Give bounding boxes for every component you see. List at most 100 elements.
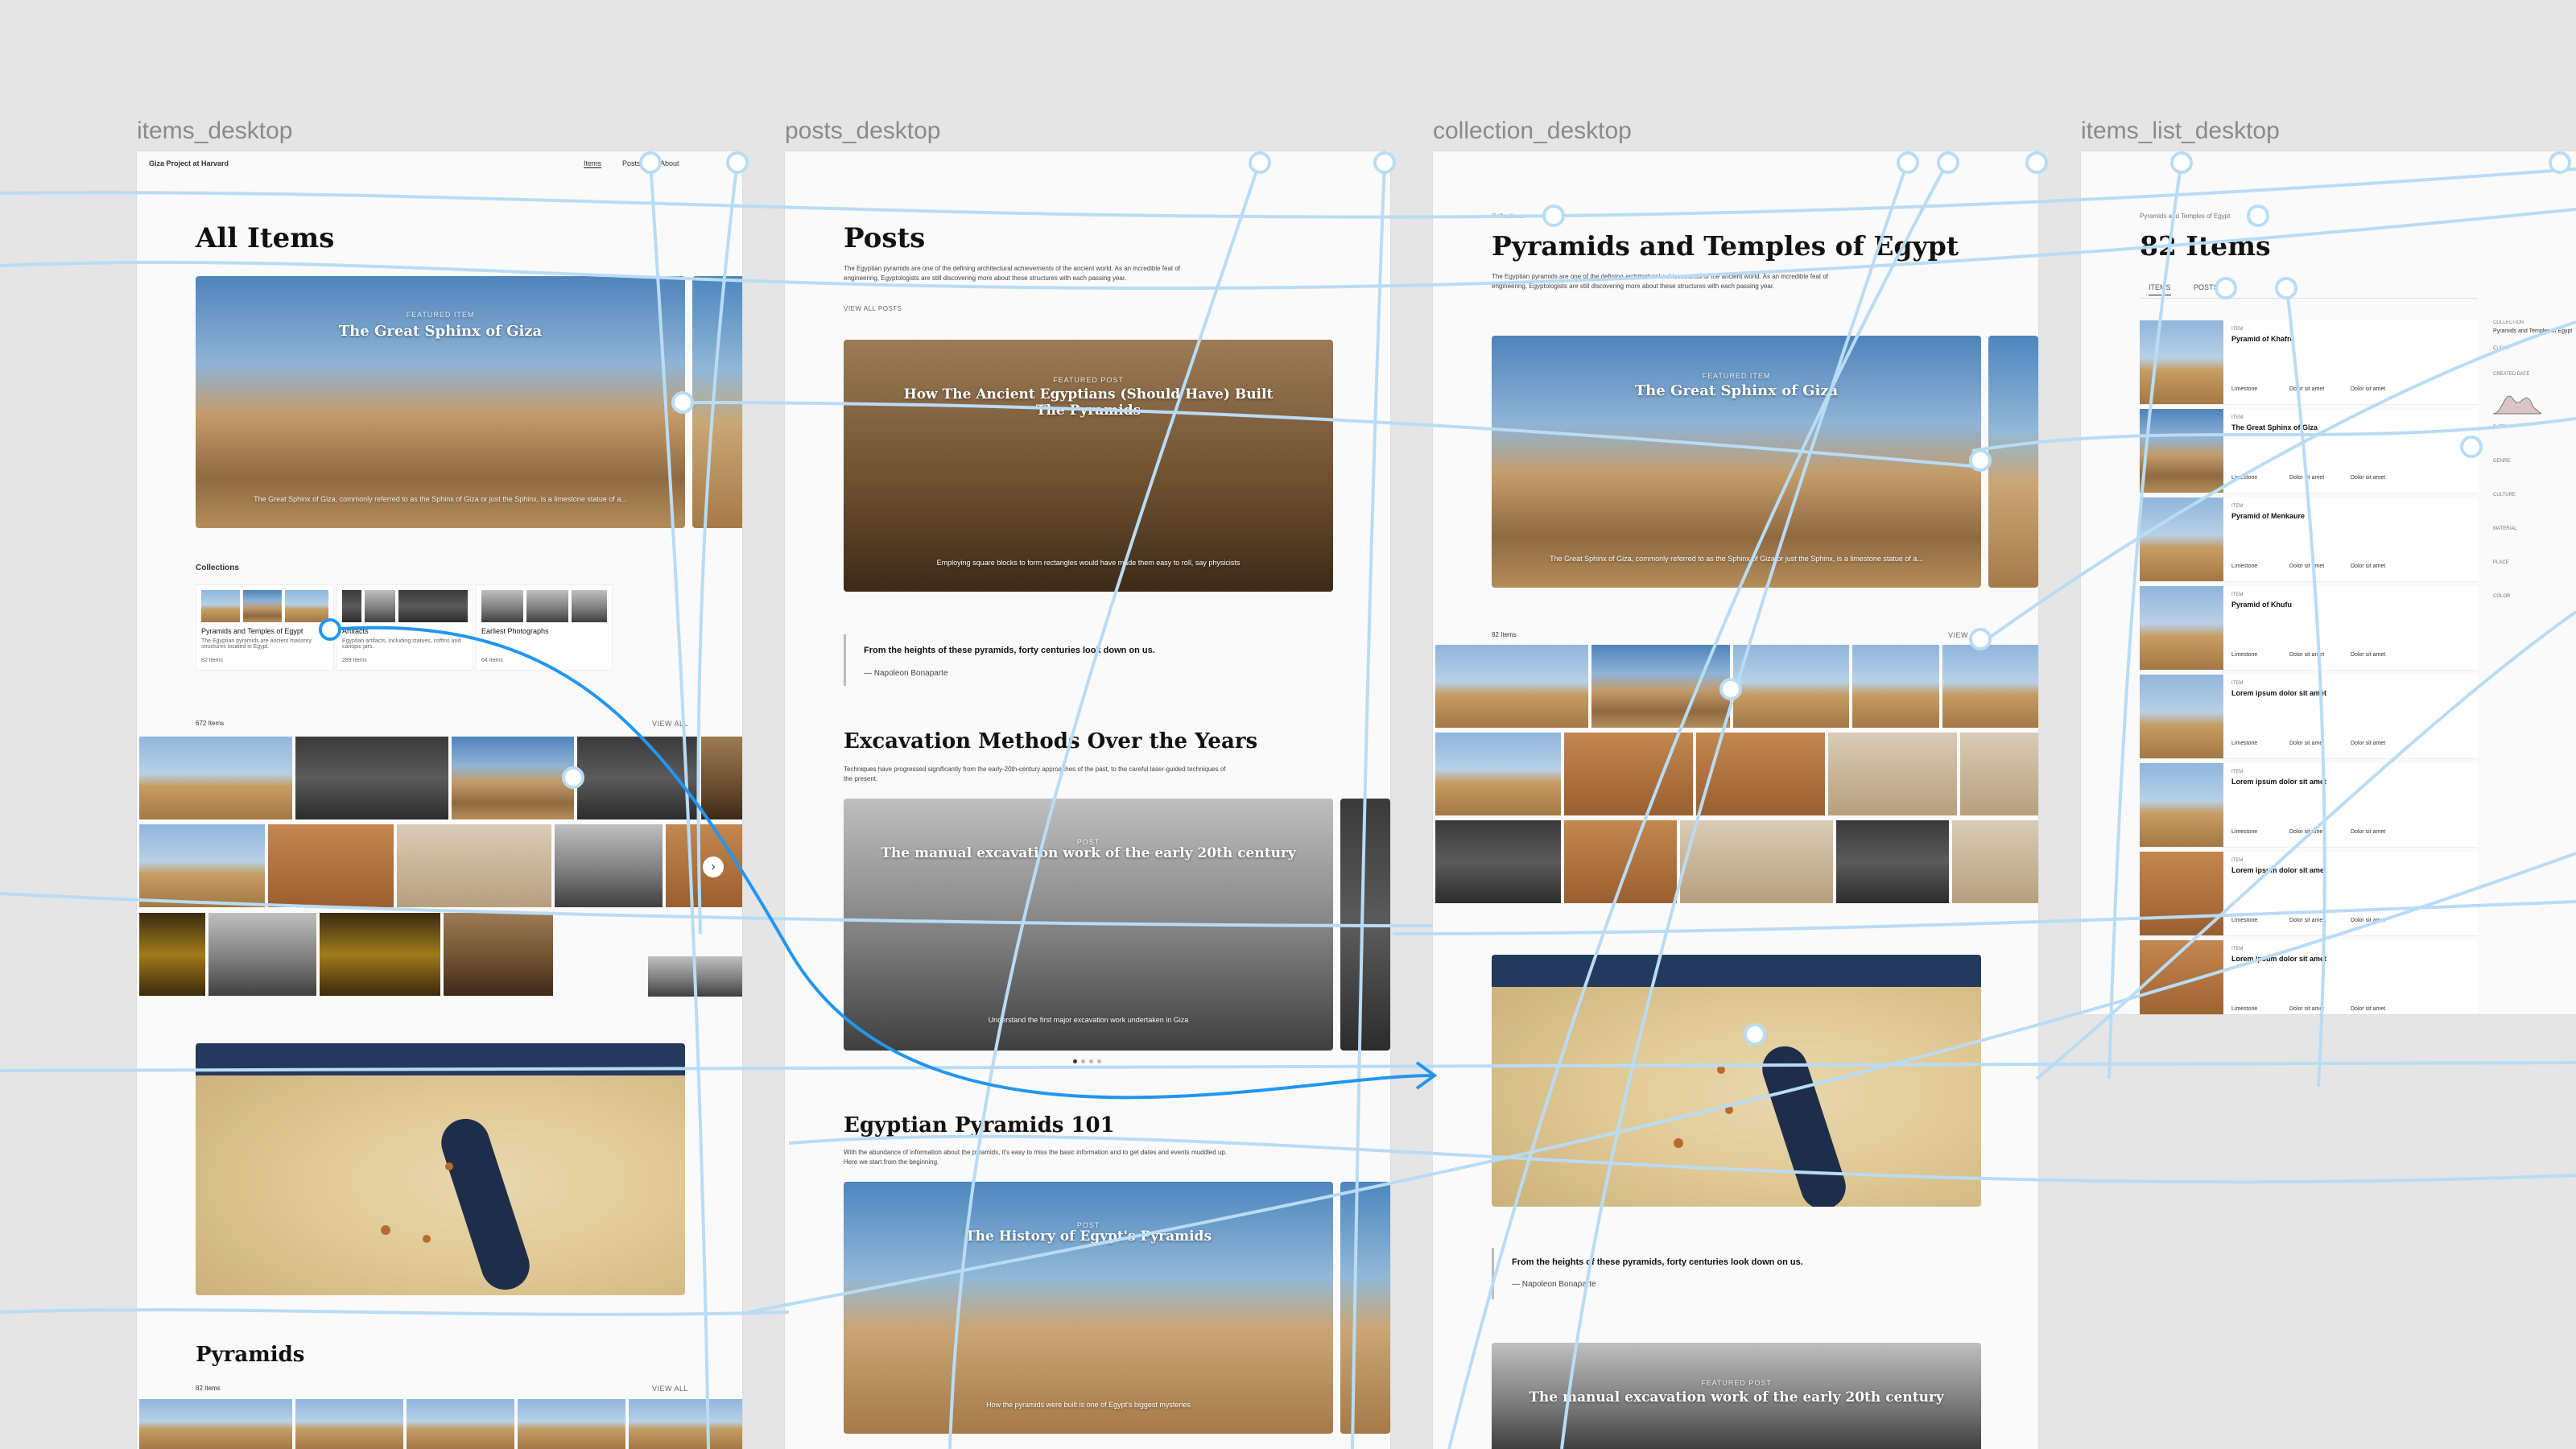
list-item[interactable]: ITEM Pyramid of Khafre Limestone Dolor sit …	[2140, 320, 2478, 405]
list-item[interactable]: ITEM Lorem ipsum dolor sit amet Limestone D…	[2140, 675, 2478, 759]
frame-posts-desktop[interactable]: Posts The Egyptian pyramids are one of t…	[785, 151, 1390, 1449]
list-item-kicker: ITEM	[2231, 770, 2244, 774]
filter-facet[interactable]: MATERIAL	[2493, 526, 2517, 531]
grid-item[interactable]	[208, 913, 316, 996]
grid-item[interactable]	[320, 913, 440, 996]
grid-item[interactable]	[577, 737, 698, 819]
list-item-kicker: ITEM	[2231, 592, 2244, 597]
list-item[interactable]: ITEM Pyramid of Khufu Limestone Dolor sit a…	[2140, 586, 2478, 671]
list-item[interactable]: ITEM Lorem ipsum dolor sit amet Limestone D…	[2140, 940, 2478, 1014]
collection-card-photos[interactable]: Earliest Photographs 64 Items	[476, 584, 613, 671]
grid-item[interactable]	[648, 956, 742, 997]
grid-item[interactable]	[407, 1399, 514, 1449]
hero-card[interactable]: FEATURED ITEM The Great Sphinx of Giza T…	[1492, 336, 1981, 588]
carousel-dots[interactable]	[1073, 1059, 1102, 1064]
grid-item[interactable]	[139, 1399, 292, 1449]
grid-item[interactable]	[139, 913, 205, 996]
section-desc: Techniques have progressed significantly…	[844, 766, 1226, 782]
date-histogram[interactable]	[2493, 383, 2541, 415]
grid-item[interactable]	[1696, 733, 1825, 815]
grid-item[interactable]	[1952, 820, 2038, 903]
collection-card-artifacts[interactable]: Artifacts Egyptian artifacts, including …	[336, 584, 473, 671]
post-card-history[interactable]: POST The History of Egypt's Pyramids How…	[844, 1182, 1333, 1434]
map-marker[interactable]	[445, 1162, 453, 1170]
hero-card-next[interactable]	[1988, 336, 2038, 588]
map-marker[interactable]	[423, 1235, 431, 1243]
nav-items[interactable]: Items	[584, 159, 602, 168]
filter-facet[interactable]: GENRE	[2493, 459, 2510, 464]
grid-item[interactable]	[139, 824, 265, 907]
map-view[interactable]	[1492, 955, 1981, 1207]
grid-item[interactable]	[139, 737, 292, 819]
grid-item[interactable]	[701, 737, 742, 819]
filter-facet[interactable]: DATE	[2493, 425, 2506, 430]
grid-item[interactable]	[1942, 645, 2038, 728]
collection-card-pyramids[interactable]: Pyramids and Temples of Egypt The Egypti…	[196, 584, 334, 671]
grid-item[interactable]	[629, 1399, 742, 1449]
list-item-kicker: ITEM	[2231, 327, 2244, 332]
tab-items[interactable]: ITEMS	[2149, 283, 2171, 295]
list-item[interactable]: ITEM Lorem ipsum dolor sit amet Limestone D…	[2140, 763, 2478, 848]
grid-item[interactable]	[1435, 645, 1588, 728]
section-view-all-link[interactable]: VIEW ALL	[652, 1385, 688, 1393]
grid-item[interactable]	[518, 1399, 625, 1449]
section-title-pyramids: Pyramids	[196, 1343, 305, 1367]
breadcrumb[interactable]: Pyramids and Temples of Egypt	[2140, 213, 2230, 220]
tab-posts[interactable]: POSTS	[2194, 283, 2219, 291]
list-item-thumb	[2140, 940, 2223, 1014]
grid-item[interactable]	[295, 737, 448, 819]
hero-card-next[interactable]	[692, 276, 742, 528]
grid-item[interactable]	[452, 737, 574, 819]
map-view[interactable]	[196, 1043, 685, 1295]
grid-item[interactable]	[1852, 645, 1939, 728]
view-all-link[interactable]: VIEW	[1948, 631, 1968, 639]
grid-item[interactable]	[1836, 820, 1949, 903]
view-all-link[interactable]: VIEW ALL	[652, 720, 688, 728]
map-marker[interactable]	[381, 1225, 390, 1235]
view-all-posts-link[interactable]: VIEW ALL POSTS	[844, 305, 902, 312]
frame-items-list-desktop[interactable]: Pyramids and Temples of Egypt 82 Items I…	[2081, 151, 2576, 1014]
section-desc: With the abundance of information about …	[844, 1149, 1228, 1166]
filter-facet[interactable]: PLACE	[2493, 560, 2509, 565]
post-card-excavation[interactable]: POST The manual excavation work of the e…	[844, 799, 1333, 1051]
frame-items-desktop[interactable]: Giza Project at Harvard Items Posts Abou…	[137, 151, 742, 1449]
grid-item[interactable]	[1591, 645, 1730, 728]
post-card-next[interactable]	[1340, 1182, 1390, 1434]
grid-item[interactable]	[268, 824, 394, 907]
list-item-kicker: ITEM	[2231, 947, 2244, 952]
grid-item[interactable]	[295, 1399, 403, 1449]
grid-item[interactable]	[1564, 820, 1677, 903]
grid-item[interactable]	[397, 824, 551, 907]
breadcrumb[interactable]: Collections	[1492, 213, 1523, 220]
sea-shape	[1492, 955, 1981, 987]
frame-collection-desktop[interactable]: Collections Pyramids and Temples of Egyp…	[1433, 151, 2038, 1449]
grid-item[interactable]	[1828, 733, 1957, 815]
list-item[interactable]: ITEM The Great Sphinx of Giza Limestone Dol…	[2140, 409, 2478, 493]
nav-posts[interactable]: Posts	[622, 159, 641, 167]
filter-facet[interactable]: CULTURE	[2493, 493, 2516, 497]
featured-post-card[interactable]: FEATURED POST The manual excavation work…	[1492, 1343, 1981, 1449]
featured-post-card[interactable]: FEATURED POST How The Ancient Egyptians …	[844, 340, 1333, 592]
filter-facet[interactable]: COLOR	[2493, 594, 2510, 599]
brand-name[interactable]: Giza Project at Harvard	[149, 159, 229, 167]
grid-item[interactable]	[1435, 820, 1561, 903]
grid-item[interactable]	[555, 824, 663, 907]
map-marker[interactable]	[1717, 1066, 1725, 1074]
grid-item[interactable]	[444, 913, 553, 996]
list-item[interactable]: ITEM Pyramid of Menkaure Limestone Dolor si…	[2140, 497, 2478, 582]
carousel-next-button[interactable]: ›	[703, 857, 724, 877]
nav-about[interactable]: About	[660, 159, 679, 167]
grid-item[interactable]	[1564, 733, 1693, 815]
grid-item[interactable]	[1733, 645, 1849, 728]
filter-collection-value[interactable]: Pyramids and Temples of Egypt	[2493, 328, 2576, 334]
hero-card[interactable]: FEATURED ITEM The Great Sphinx of Giza T…	[196, 276, 685, 528]
map-marker[interactable]	[1725, 1106, 1733, 1114]
filter-clear-button[interactable]: CLEAR	[2493, 346, 2509, 351]
map-marker[interactable]	[1674, 1138, 1683, 1148]
grid-item[interactable]	[1435, 733, 1561, 815]
grid-item[interactable]	[1680, 820, 1833, 903]
collection-thumb	[481, 590, 523, 622]
post-card-next[interactable]	[1340, 799, 1390, 1051]
list-item[interactable]: ITEM Lorem ipsum dolor sit amet Limestone D…	[2140, 852, 2478, 936]
grid-item[interactable]	[1960, 733, 2038, 815]
